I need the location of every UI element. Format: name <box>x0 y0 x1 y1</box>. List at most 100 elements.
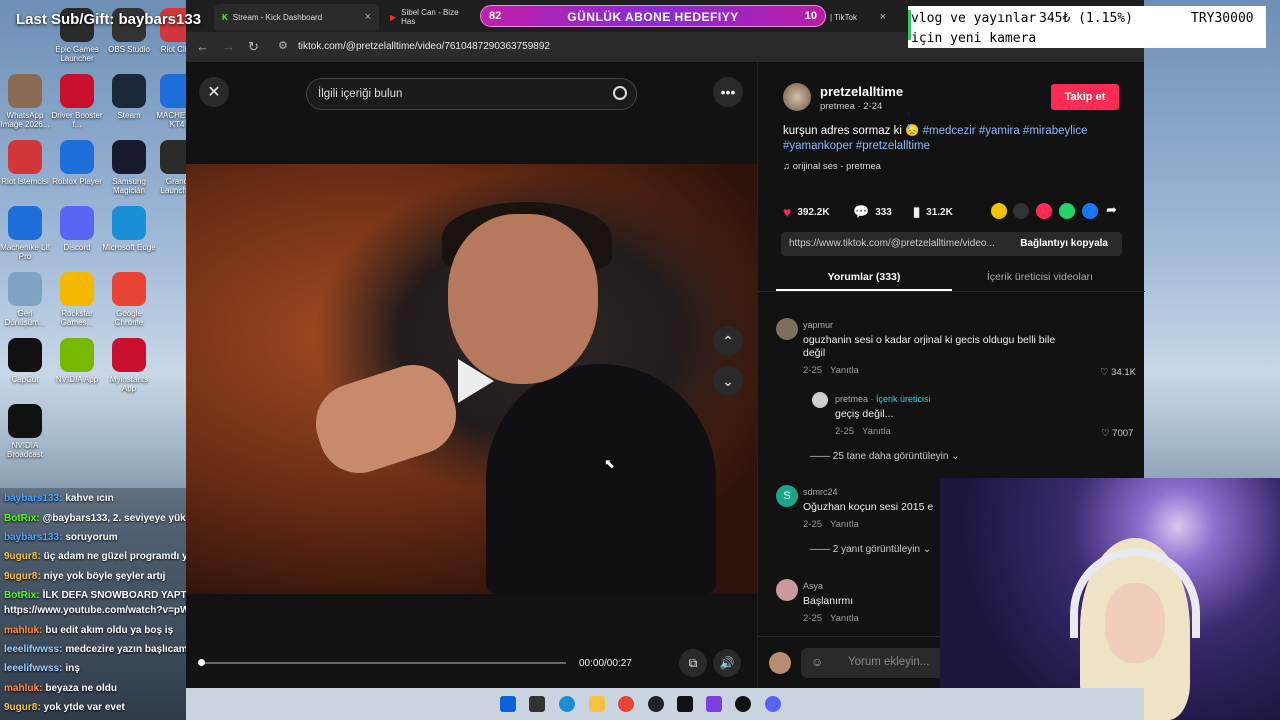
windows-start-icon[interactable] <box>500 696 516 712</box>
tab-kick-dashboard[interactable]: K Stream - Kick Dashboard × <box>214 4 379 30</box>
close-icon[interactable]: × <box>365 11 371 23</box>
discord-taskbar-icon[interactable] <box>765 696 781 712</box>
forward-icon[interactable]: → <box>222 39 235 54</box>
avatar[interactable]: S <box>776 485 798 507</box>
follow-button[interactable]: Takip et <box>1051 84 1119 110</box>
reply-link[interactable]: Yanıtla <box>830 365 859 376</box>
file-explorer-icon[interactable] <box>589 696 605 712</box>
play-icon[interactable] <box>458 359 494 403</box>
share-arrow-icon[interactable]: ➦ <box>1106 202 1117 218</box>
tab-tiktok[interactable]: | TikTok × <box>822 4 894 30</box>
chrome-taskbar-icon[interactable] <box>618 696 634 712</box>
comment-user[interactable]: yapmur <box>803 320 1083 330</box>
more-options-button[interactable]: ••• <box>713 77 743 107</box>
avatar[interactable] <box>812 392 828 408</box>
heart-icon[interactable]: ♥ <box>783 204 791 220</box>
desktop-icon[interactable]: Driver Booster f... <box>50 74 104 129</box>
desktop-icon[interactable]: NVIDIA App <box>50 338 104 384</box>
tab-youtube[interactable]: ▶ Sibel Can - Bize Has <box>382 4 477 30</box>
search-input[interactable]: İlgili içeriği bulun <box>306 78 637 110</box>
whatsapp-share-icon[interactable] <box>1059 203 1075 219</box>
chat-username[interactable]: baybars133: <box>4 493 62 504</box>
sound-line[interactable]: ♫ orijinal ses - pretmea <box>783 161 881 172</box>
comment-user[interactable]: pretmea · <box>835 394 876 404</box>
facebook-share-icon[interactable] <box>1082 203 1098 219</box>
chat-username[interactable]: baybars133: <box>4 532 62 543</box>
chat-username[interactable]: 9ugur8: <box>4 571 41 582</box>
desktop-icon[interactable]: Samsung Magician <box>102 140 156 195</box>
github-taskbar-icon[interactable] <box>735 696 751 712</box>
nvidia-taskbar-icon[interactable] <box>677 696 693 712</box>
chat-username[interactable]: BotRix: <box>4 513 40 524</box>
edge-taskbar-icon[interactable] <box>559 696 575 712</box>
reload-icon[interactable]: ↻ <box>248 39 259 55</box>
reply-link[interactable]: Yanıtla <box>830 613 859 624</box>
chat-username[interactable]: leeelifwwss: <box>4 663 62 674</box>
author-name[interactable]: pretzelalltime <box>820 84 903 99</box>
desktop-icon[interactable]: Geri Dönüşüm... <box>0 272 52 327</box>
previous-video-button[interactable]: ⌃ <box>713 326 743 356</box>
chat-username[interactable]: 9ugur8: <box>4 702 41 713</box>
desktop-icon[interactable]: Rockstar Games... <box>50 272 104 327</box>
desktop-icon[interactable]: Roblox Player <box>50 140 104 186</box>
riot-client-icon <box>8 140 42 174</box>
view-more-replies[interactable]: —— 25 tane daha görüntüleyin ⌄ <box>810 451 960 462</box>
volume-icon[interactable]: 🔊 <box>713 649 741 677</box>
close-button[interactable]: ✕ <box>199 77 229 107</box>
comment-user[interactable]: Asya <box>803 581 963 591</box>
emoji-icon[interactable]: ☺ <box>811 655 823 669</box>
bookmark-icon[interactable]: ▮ <box>913 204 920 220</box>
comment-like[interactable]: ♡ 34.1K <box>1100 367 1136 378</box>
direct-share-icon[interactable] <box>1036 203 1052 219</box>
desktop-icon[interactable]: Riot İstemcisi <box>0 140 52 186</box>
desktop-icon[interactable]: Machenike L8 Pro <box>0 206 52 261</box>
embed-share-icon[interactable] <box>1013 203 1029 219</box>
desktop-icon[interactable]: NVIDIA Broadcast <box>0 404 52 459</box>
chat-username[interactable]: BotRix: <box>4 590 40 601</box>
avatar[interactable] <box>776 579 798 601</box>
avatar[interactable] <box>776 318 798 340</box>
url-text[interactable]: tiktok.com/@pretzelalltime/video/7610487… <box>298 41 550 52</box>
chat-username[interactable]: mahluk: <box>4 683 42 694</box>
desktop-icon[interactable]: Google Chrome <box>102 272 156 327</box>
save-stat[interactable]: ▮ 31.2K <box>913 204 953 220</box>
like-stat[interactable]: ♥ 392.2K <box>783 204 830 220</box>
chat-username[interactable]: leeelifwwss: <box>4 644 62 655</box>
tab-comments[interactable]: Yorumlar (333) <box>776 271 952 283</box>
avatar[interactable] <box>769 652 791 674</box>
app-taskbar-icon[interactable] <box>706 696 722 712</box>
reply-link[interactable]: Yanıtla <box>830 519 859 530</box>
progress-thumb[interactable] <box>198 659 205 666</box>
view-more-replies[interactable]: —— 2 yanıt görüntüleyin ⌄ <box>810 544 931 555</box>
like-count: 392.2K <box>797 206 830 218</box>
tab-creator-videos[interactable]: İçerik üreticisi videoları <box>952 271 1128 283</box>
video-frame[interactable] <box>186 164 757 594</box>
comment-stat[interactable]: 💬 333 <box>853 204 892 220</box>
reply-link[interactable]: Yanıtla <box>862 426 891 437</box>
desktop-icon[interactable]: Discord <box>50 206 104 252</box>
video-link[interactable]: https://www.tiktok.com/@pretzelalltime/v… <box>789 238 1009 249</box>
hashtags-line-2[interactable]: #yamankoper #pretzelalltime <box>783 140 930 152</box>
chat-username[interactable]: 9ugur8: <box>4 551 41 562</box>
copy-link-button[interactable]: Bağlantıyı kopyala <box>1020 238 1108 249</box>
task-view-icon[interactable] <box>529 696 545 712</box>
desktop-icon[interactable]: WhatsApp Image 2026... <box>0 74 52 129</box>
comment-icon[interactable]: 💬 <box>853 204 869 220</box>
comment-like[interactable]: ♡ 7007 <box>1101 428 1133 439</box>
chat-username[interactable]: mahluk: <box>4 625 42 636</box>
hashtags-line-1[interactable]: #medcezir #yamira #mirabeylice <box>923 125 1088 137</box>
desktop-icon[interactable]: Microsoft Edge <box>102 206 156 252</box>
obs-taskbar-icon[interactable] <box>648 696 664 712</box>
next-video-button[interactable]: ⌄ <box>713 366 743 396</box>
progress-bar[interactable] <box>200 662 566 664</box>
desktop-icon[interactable]: Steam <box>102 74 156 120</box>
site-info-icon[interactable]: ⚙ <box>278 39 288 52</box>
back-icon[interactable]: ← <box>196 39 209 54</box>
desktop-icon[interactable]: CapCut <box>0 338 52 384</box>
desktop-icon[interactable]: Myinstants App <box>102 338 156 393</box>
author-avatar[interactable] <box>783 83 811 111</box>
close-icon[interactable]: × <box>880 11 886 23</box>
repost-share-icon[interactable] <box>991 203 1007 219</box>
search-icon[interactable] <box>613 86 627 100</box>
pip-icon[interactable]: ⧉ <box>679 649 707 677</box>
